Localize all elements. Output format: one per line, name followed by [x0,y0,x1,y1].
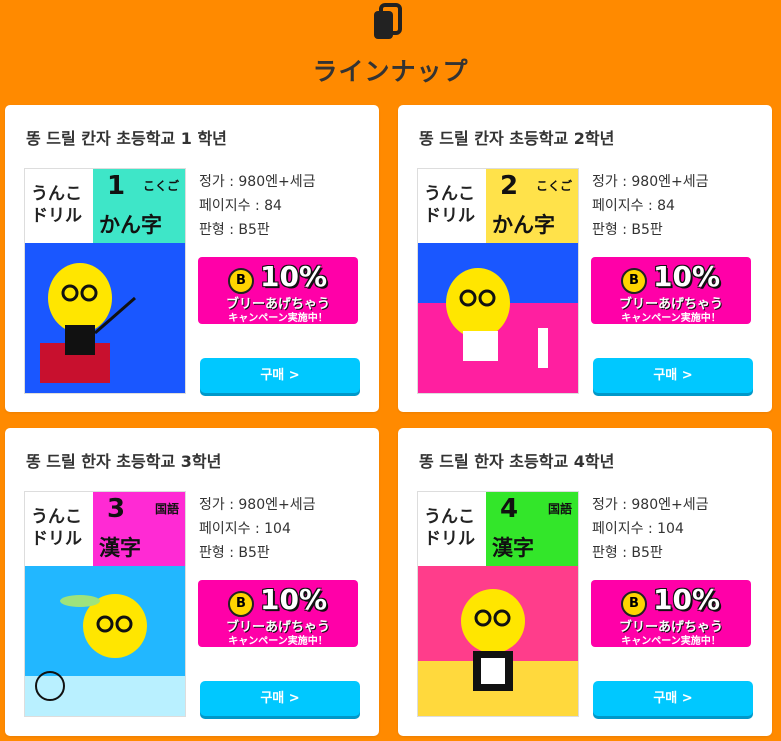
book-title: 똥 드릴 칸자 초등학교 1 학년 [26,129,227,148]
price-value: 980엔+세금 [631,174,709,190]
pages-value: 104 [264,521,291,537]
buy-button[interactable]: 구매 > [593,681,753,716]
price-label: 정가 : [592,497,632,513]
book-cover-image[interactable]: うんこドリル 2 こくご かん字 [418,169,578,393]
book-cover-image[interactable]: うんこドリル 1 こくご かん字 [25,169,185,393]
cover-kanji: かん字 [492,213,555,237]
cover-grade: 2 [500,171,519,201]
cover-brand: うんこドリル [424,184,475,226]
format-value: B5판 [238,222,270,238]
cover-brand: うんこドリル [31,184,82,226]
pages-value: 84 [657,198,675,214]
cover-grade: 3 [107,494,126,524]
campaign-percent: 10% [260,260,328,293]
cover-kanji: 漢字 [99,536,141,560]
format-label: 판형 : [199,545,239,561]
cover-illustration [418,243,578,393]
cover-subject: 国語 [547,502,572,516]
cover-grade: 1 [107,171,126,201]
cover-subject: こくご [535,179,572,193]
book-card: 똥 드릴 한자 초등학교 4학년 うんこドリル 4 国語 漢字 정가 : 980… [398,428,772,736]
format-label: 판형 : [592,222,632,238]
cover-subject: こくご [142,179,179,193]
format-label: 판형 : [199,222,239,238]
campaign-banner: B 10% ブリーあげちゃう キャンペーン実施中！ [198,580,358,647]
books-icon [374,3,402,39]
campaign-banner: B 10% ブリーあげちゃう キャンペーン実施中！ [591,580,751,647]
campaign-banner: B 10% ブリーあげちゃう キャンペーン実施中！ [198,257,358,324]
buy-button[interactable]: 구매 > [200,681,360,716]
price-label: 정가 : [592,174,632,190]
pages-value: 84 [264,198,282,214]
book-cover-image[interactable]: うんこドリル 4 国語 漢字 [418,492,578,716]
cover-subject: 国語 [154,502,179,516]
cover-brand: うんこドリル [31,507,82,549]
coin-icon: B [228,591,254,617]
cover-illustration [25,243,185,393]
price-label: 정가 : [199,497,239,513]
coin-icon: B [228,268,254,294]
pages-label: 페이지수 : [592,198,658,214]
format-value: B5판 [238,545,270,561]
campaign-percent: 10% [653,260,721,293]
page-title: ラインナップ [312,57,469,86]
pages-label: 페이지수 : [592,521,658,537]
format-value: B5판 [631,545,663,561]
book-title: 똥 드릴 한자 초등학교 4학년 [419,452,615,471]
campaign-percent: 10% [653,583,721,616]
format-value: B5판 [631,222,663,238]
book-card: 똥 드릴 칸자 초등학교 1 학년 うんこドリル 1 こくご かん字 정가 : … [5,105,379,412]
campaign-subtext: キャンペーン実施中！ [228,636,328,647]
book-title: 똥 드릴 한자 초등학교 3학년 [26,452,222,471]
price-value: 980엔+세금 [238,174,316,190]
campaign-subtext: キャンペーン実施中！ [621,313,721,324]
cover-grade: 4 [500,494,519,524]
pages-label: 페이지수 : [199,521,265,537]
cover-kanji: 漢字 [492,536,534,560]
book-title: 똥 드릴 칸자 초등학교 2학년 [419,129,615,148]
campaign-subtext: キャンペーン実施中！ [621,636,721,647]
price-label: 정가 : [199,174,239,190]
coin-icon: B [621,591,647,617]
book-card: 똥 드릴 한자 초등학교 3학년 うんこドリル 3 国語 漢字 정가 : 980… [5,428,379,736]
cover-illustration [418,566,578,716]
campaign-percent: 10% [260,583,328,616]
price-value: 980엔+세금 [631,497,709,513]
campaign-banner: B 10% ブリーあげちゃう キャンペーン実施中！ [591,257,751,324]
format-label: 판형 : [592,545,632,561]
coin-icon: B [621,268,647,294]
campaign-subtext: キャンペーン実施中！ [228,313,328,324]
book-card: 똥 드릴 칸자 초등학교 2학년 うんこドリル 2 こくご かん字 정가 : 9… [398,105,772,412]
pages-label: 페이지수 : [199,198,265,214]
price-value: 980엔+세금 [238,497,316,513]
buy-button[interactable]: 구매 > [200,358,360,393]
buy-button[interactable]: 구매 > [593,358,753,393]
cover-kanji: かん字 [99,213,162,237]
section-header: ラインナップ [0,0,781,100]
book-cover-image[interactable]: うんこドリル 3 国語 漢字 [25,492,185,716]
pages-value: 104 [657,521,684,537]
cover-illustration [25,566,185,716]
cover-brand: うんこドリル [424,507,475,549]
